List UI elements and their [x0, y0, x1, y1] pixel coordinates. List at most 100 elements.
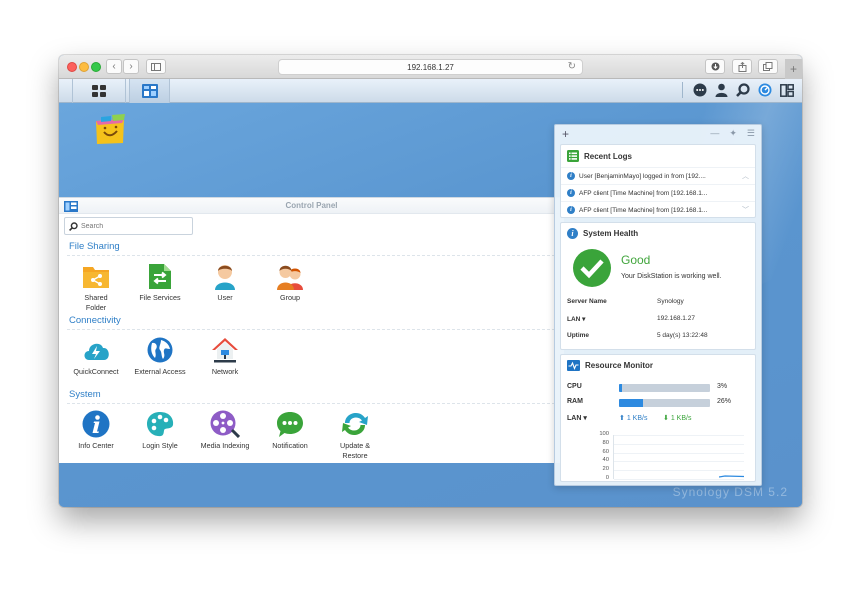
notification-item[interactable]: Notification: [258, 410, 322, 451]
info-icon: i: [567, 228, 578, 239]
lan-ip-value: 192.168.1.27: [657, 315, 695, 322]
ram-label: RAM: [567, 398, 583, 405]
control-panel-title: Control Panel: [285, 201, 338, 210]
log-entry-text: User [BenjaminMayo] logged in from [192.…: [579, 172, 706, 180]
chevron-right-icon: ›: [129, 61, 133, 72]
section-divider: [67, 403, 555, 404]
server-name-label: Server Name: [567, 298, 607, 305]
log-entry[interactable]: i AFP client [Time Machine] from [192.16…: [561, 201, 755, 218]
quickconnect-item[interactable]: QuickConnect: [64, 336, 128, 377]
ram-bar-fill: [619, 399, 643, 407]
taskbar-right-tools: [682, 82, 794, 98]
shared-folder-icon: [83, 267, 109, 288]
info-center-item[interactable]: Info Center: [64, 410, 128, 451]
search-input[interactable]: [81, 222, 181, 230]
network-icon: [212, 337, 238, 362]
ram-row: RAM 26%: [567, 398, 751, 408]
update-restore-item[interactable]: Update & Restore: [323, 410, 387, 460]
shared-folder-item[interactable]: Shared Folder: [64, 262, 128, 312]
resource-monitor-widget: Resource Monitor CPU 3% RAM 26% LAN ▾ ⬆ …: [560, 354, 756, 482]
speech-bubble-icon: [277, 411, 303, 437]
control-panel-search[interactable]: [64, 217, 193, 235]
graph-gridline: [614, 479, 744, 480]
forward-button[interactable]: ›: [123, 59, 139, 74]
user-icon: [215, 265, 235, 290]
user-icon[interactable]: [715, 83, 728, 97]
arrow-down-icon: ⬇: [663, 415, 669, 422]
grid-icon: [92, 85, 106, 97]
search-icon: [69, 221, 78, 231]
update-restore-label: Update & Restore: [340, 441, 370, 460]
taskbar-control-panel[interactable]: [129, 79, 170, 103]
download-rate-value: 1 KB/s: [670, 415, 692, 422]
media-indexing-item[interactable]: Media Indexing: [193, 410, 257, 451]
package-center-desktop-icon[interactable]: [92, 111, 128, 145]
group-item[interactable]: Group: [258, 262, 322, 303]
dsm-taskbar: [59, 79, 802, 103]
control-panel-header: Control Panel: [59, 198, 564, 214]
external-access-item[interactable]: External Access: [128, 336, 192, 377]
external-access-label: External Access: [134, 367, 186, 376]
minimize-icon[interactable]: —: [710, 128, 719, 139]
lan-traffic-graph: [613, 435, 744, 480]
reload-icon[interactable]: ↻: [568, 61, 576, 72]
chevron-up-icon[interactable]: ︿: [742, 171, 749, 181]
main-menu-button[interactable]: [72, 79, 126, 103]
login-style-label: Login Style: [142, 441, 178, 450]
sidebar-button[interactable]: [146, 59, 166, 74]
section-title-system: System: [69, 389, 101, 400]
browser-window: ‹ › 192.168.1.27 ↻ + Synology DSM 5.2 Co…: [59, 55, 802, 507]
info-icon: i: [567, 172, 575, 180]
tabs-button[interactable]: [758, 59, 778, 74]
lan-traffic-row: LAN ▾ ⬆ 1 KB/s ⬇ 1 KB/s: [567, 414, 751, 424]
ram-percent: 26%: [717, 398, 732, 405]
add-widget-button[interactable]: +: [562, 127, 569, 141]
recent-logs-title: Recent Logs: [584, 151, 633, 161]
info-center-label: Info Center: [78, 441, 114, 450]
widgets-icon[interactable]: [780, 83, 794, 97]
search-icon[interactable]: [736, 83, 750, 97]
address-bar[interactable]: 192.168.1.27 ↻: [278, 59, 583, 75]
log-entry[interactable]: i User [BenjaminMayo] logged in from [19…: [561, 167, 755, 184]
share-button[interactable]: [732, 59, 752, 74]
lan-selector[interactable]: LAN ▾: [567, 315, 647, 323]
section-divider: [67, 329, 555, 330]
dropdown-icon: ▾: [582, 316, 586, 323]
graph-tick-label: 20: [602, 466, 609, 472]
chat-icon[interactable]: [693, 83, 707, 97]
log-entry-text: AFP client [Time Machine] from [192.168.…: [579, 189, 708, 197]
downloads-button[interactable]: [705, 59, 725, 74]
login-style-item[interactable]: Login Style: [128, 410, 192, 451]
minimize-window-button[interactable]: [79, 62, 89, 72]
cpu-bar-fill: [619, 384, 622, 392]
taskbar-divider: [682, 82, 683, 98]
dashboard-icon[interactable]: [758, 83, 772, 97]
uptime-label: Uptime: [567, 332, 590, 339]
settings-icon[interactable]: ☰: [747, 128, 755, 139]
shopping-bag-icon: [96, 114, 125, 144]
notification-label: Notification: [272, 441, 308, 450]
info-icon: i: [567, 206, 575, 214]
file-services-item[interactable]: File Services: [128, 262, 192, 303]
lan-selector[interactable]: LAN ▾: [567, 415, 587, 422]
cpu-bar: [619, 384, 710, 392]
network-item[interactable]: Network: [193, 336, 257, 377]
user-item[interactable]: User: [193, 262, 257, 303]
graph-tick-label: 80: [602, 440, 609, 446]
pin-icon[interactable]: ✦: [729, 128, 737, 139]
group-label: Group: [280, 293, 300, 302]
back-button[interactable]: ‹: [106, 59, 122, 74]
zoom-window-button[interactable]: [91, 62, 101, 72]
close-window-button[interactable]: [67, 62, 77, 72]
new-tab-button[interactable]: +: [785, 59, 802, 79]
graph-tick-label: 40: [602, 457, 609, 463]
sidebar-icon: [151, 62, 161, 71]
user-label: User: [217, 293, 233, 302]
system-health-header: i System Health: [561, 223, 755, 244]
arrow-up-icon: ⬆: [619, 415, 625, 422]
info-center-icon: [82, 410, 110, 438]
log-entry[interactable]: i AFP client [Time Machine] from [192.16…: [561, 184, 755, 201]
graph-gridline: [614, 470, 744, 471]
graph-gridline: [614, 461, 744, 462]
chevron-down-icon[interactable]: ﹀: [742, 205, 749, 215]
